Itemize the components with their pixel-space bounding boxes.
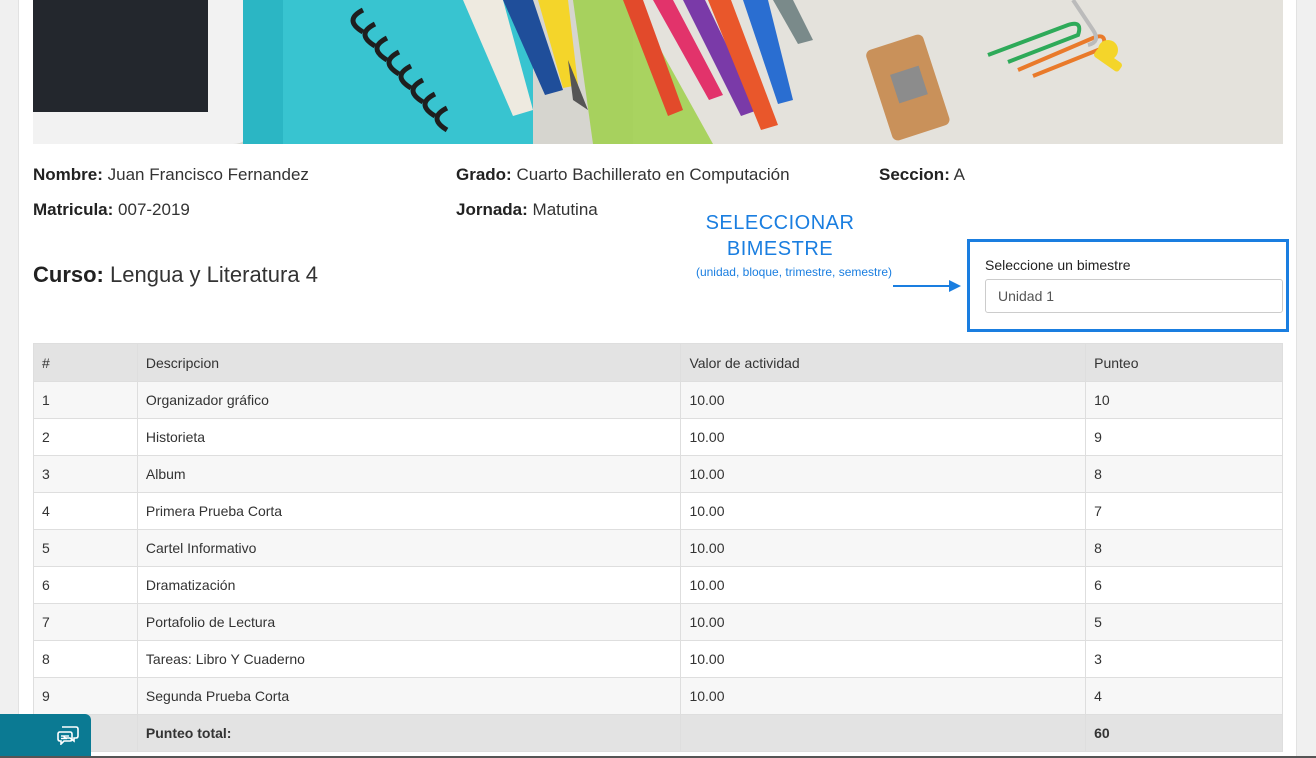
table-row: 2 Historieta 10.00 9 [33,418,1283,456]
column-header-activity-value: Valor de actividad [680,343,1087,382]
cell-activity-value: 10.00 [680,418,1087,456]
cell-score: 5 [1085,603,1283,641]
student-grade-value: Cuarto Bachillerato en Computación [516,165,790,184]
cell-score: 3 [1085,640,1283,678]
cell-score: 6 [1085,566,1283,604]
cell-number: 2 [33,418,138,456]
table-row: 3 Album 10.00 8 [33,455,1283,493]
student-shift-label: Jornada: [456,200,528,219]
cell-description: Primera Prueba Corta [136,492,682,530]
cell-score: 7 [1085,492,1283,530]
table-row: 1 Organizador gráfico 10.00 10 [33,381,1283,419]
student-section-value: A [953,165,965,184]
cell-activity-value: 10.00 [680,492,1087,530]
cell-number: 7 [33,603,138,641]
chat-bubbles-icon [57,726,79,745]
table-total-row: Punteo total: 60 [33,714,1283,752]
table-row: 5 Cartel Informativo 10.00 8 [33,529,1283,567]
cell-total-empty [680,714,1087,752]
bimester-select-label: Seleccione un bimestre [985,257,1131,273]
bimester-select[interactable]: Unidad 1 [985,279,1283,313]
cell-score: 8 [1085,455,1283,493]
cell-score: 8 [1085,529,1283,567]
student-enrollment-label: Matricula: [33,200,114,219]
annotation-title: SELECCIONAR BIMESTRE [690,210,870,262]
cell-score: 4 [1085,677,1283,715]
cell-number: 1 [33,381,138,419]
grades-table: # Descripcion Valor de actividad Punteo … [33,343,1283,752]
student-section: Seccion: A [879,165,965,185]
student-grade-label: Grado: [456,165,512,184]
table-row: 7 Portafolio de Lectura 10.00 5 [33,603,1283,641]
cell-description: Historieta [136,418,682,456]
cell-activity-value: 10.00 [680,566,1087,604]
cell-score: 10 [1085,381,1283,419]
cell-number: 9 [33,677,138,715]
bimester-selector-panel: Seleccione un bimestre Unidad 1 [967,239,1289,332]
cell-score: 9 [1085,418,1283,456]
banner-image [33,0,1283,144]
cell-activity-value: 10.00 [680,603,1087,641]
cell-description: Organizador gráfico [136,381,682,419]
annotation-subtitle: (unidad, bloque, trimestre, semestre) [695,265,893,279]
table-row: 9 Segunda Prueba Corta 10.00 4 [33,677,1283,715]
cell-description: Cartel Informativo [136,529,682,567]
total-value: 60 [1085,714,1283,752]
student-grade: Grado: Cuarto Bachillerato en Computació… [456,165,790,185]
student-shift: Jornada: Matutina [456,200,598,220]
student-name-label: Nombre: [33,165,103,184]
table-row: 4 Primera Prueba Corta 10.00 7 [33,492,1283,530]
column-header-description: Descripcion [136,343,682,382]
student-enrollment: Matricula: 007-2019 [33,200,190,220]
student-section-label: Seccion: [879,165,950,184]
cell-number: 3 [33,455,138,493]
cell-description: Dramatización [136,566,682,604]
cell-description: Album [136,455,682,493]
cell-description: Portafolio de Lectura [136,603,682,641]
cell-description: Tareas: Libro Y Cuaderno [136,640,682,678]
student-name-value: Juan Francisco Fernandez [107,165,309,184]
student-shift-value: Matutina [532,200,598,219]
cell-activity-value: 10.00 [680,455,1087,493]
cell-activity-value: 10.00 [680,640,1087,678]
cell-activity-value: 10.00 [680,529,1087,567]
course-label: Curso: [33,262,104,287]
cell-number: 6 [33,566,138,604]
column-header-score: Punteo [1085,343,1283,382]
table-row: 8 Tareas: Libro Y Cuaderno 10.00 3 [33,640,1283,678]
annotation-title-line1: SELECCIONAR [705,212,855,234]
cell-number: 4 [33,492,138,530]
table-row: 6 Dramatización 10.00 6 [33,566,1283,604]
student-enrollment-value: 007-2019 [118,200,190,219]
cell-activity-value: 10.00 [680,381,1087,419]
total-label: Punteo total: [136,714,682,752]
course-heading: Curso: Lengua y Literatura 4 [33,262,318,288]
arrow-right-icon [893,280,961,292]
course-name: Lengua y Literatura 4 [110,262,318,287]
table-header-row: # Descripcion Valor de actividad Punteo [33,343,1283,382]
student-name: Nombre: Juan Francisco Fernandez [33,165,309,185]
chat-button[interactable] [0,714,91,758]
cell-activity-value: 10.00 [680,677,1087,715]
cell-number: 5 [33,529,138,567]
cell-number: 8 [33,640,138,678]
column-header-number: # [33,343,138,382]
annotation-title-line2: BIMESTRE [726,238,834,260]
cell-description: Segunda Prueba Corta [136,677,682,715]
